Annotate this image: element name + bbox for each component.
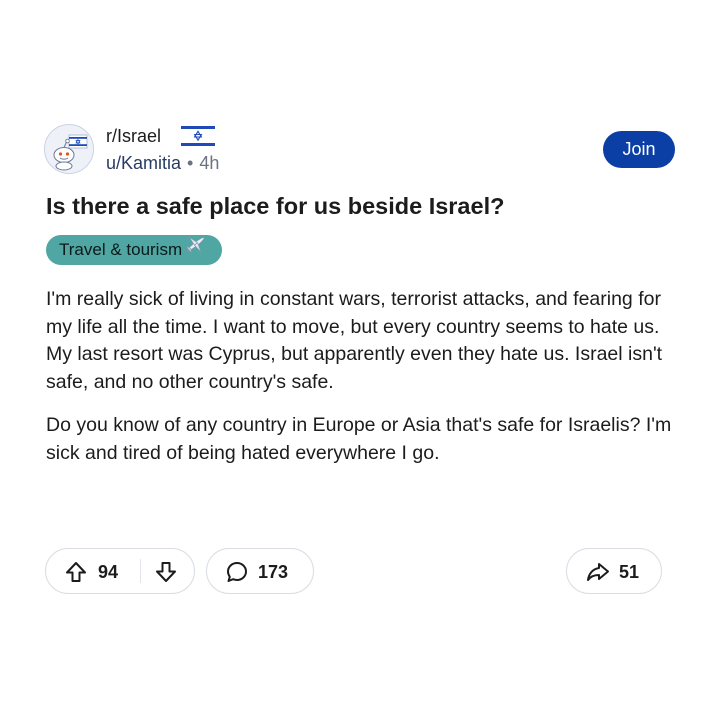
post-meta: u/Kamitia • 4h — [106, 152, 219, 174]
reddit-post-card: r/Israel u/Kamitia • 4h Join Is there a sa… — [0, 0, 709, 709]
share-button[interactable]: 51 — [566, 548, 662, 594]
post-time: 4h — [199, 153, 220, 173]
share-count: 51 — [619, 562, 640, 582]
post-body: I'm really sick of living in constant wa… — [46, 286, 686, 483]
flair-label: Travel & tourism — [59, 240, 183, 259]
reddit-snoo-avatar-icon — [45, 125, 93, 173]
share-arrow-icon — [587, 563, 609, 581]
upvote-arrow-icon[interactable] — [64, 560, 88, 584]
username-link[interactable]: u/Kamitia — [106, 153, 181, 173]
post-title[interactable]: Is there a safe place for us beside Isra… — [46, 191, 666, 221]
post-paragraph: Do you know of any country in Europe or … — [46, 414, 672, 464]
speech-bubble-icon — [227, 562, 247, 582]
post-paragraph: I'm really sick of living in constant wa… — [46, 288, 663, 393]
vote-divider — [140, 559, 141, 583]
join-button[interactable]: Join — [603, 131, 675, 168]
israel-flag-icon — [181, 124, 215, 148]
comments-button[interactable]: 173 — [206, 548, 314, 594]
airplane-icon — [184, 233, 208, 265]
upvote-count: 94 — [98, 562, 119, 582]
meta-separator: • — [187, 153, 194, 173]
subreddit-name[interactable]: r/Israel — [106, 125, 161, 147]
downvote-arrow-icon[interactable] — [154, 560, 178, 584]
subreddit-avatar[interactable] — [44, 124, 94, 174]
comment-count: 173 — [258, 562, 289, 582]
vote-group: 94 — [45, 548, 195, 594]
post-flair[interactable]: Travel & tourism — [46, 233, 223, 265]
